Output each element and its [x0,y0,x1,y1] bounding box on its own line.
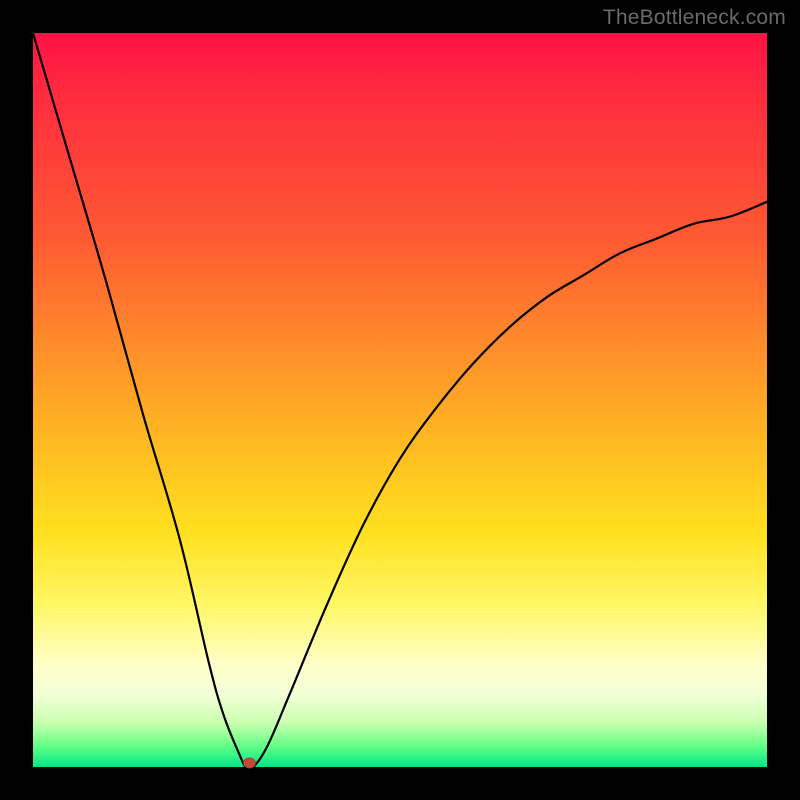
bottleneck-curve [33,33,767,770]
curve-layer [33,33,767,767]
watermark-text: TheBottleneck.com [603,6,786,30]
plot-area [33,33,767,767]
chart-frame: TheBottleneck.com [0,0,800,800]
minimum-marker [244,758,256,768]
